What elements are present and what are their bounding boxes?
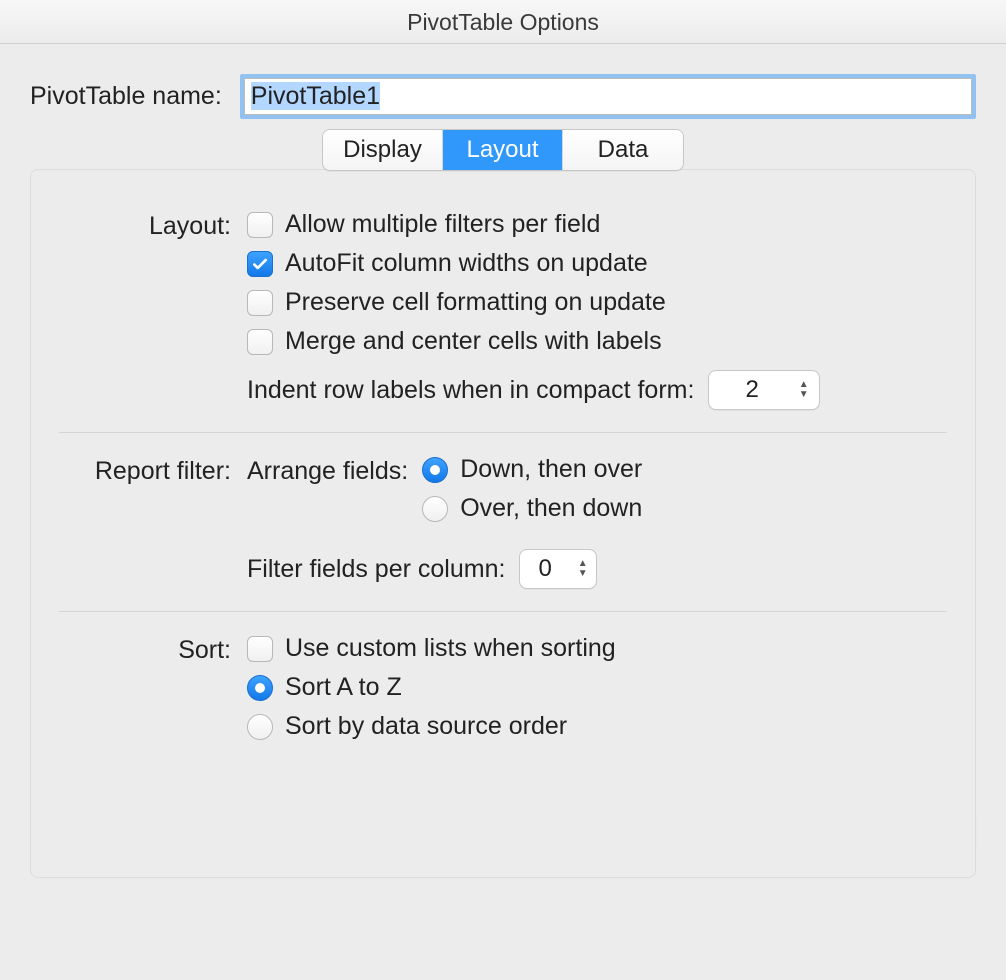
divider xyxy=(59,611,947,612)
indent-row-labels-label: Indent row labels when in compact form: xyxy=(247,376,694,405)
preserve-formatting-label: Preserve cell formatting on update xyxy=(285,288,666,317)
stepper-arrows-icon[interactable]: ▲▼ xyxy=(799,381,809,399)
down-then-over-label: Down, then over xyxy=(460,455,642,484)
allow-multiple-filters-label: Allow multiple filters per field xyxy=(285,210,600,239)
filter-fields-per-column-value: 0 xyxy=(538,555,551,583)
sort-a-to-z-label: Sort A to Z xyxy=(285,673,402,702)
window-title: PivotTable Options xyxy=(0,0,1006,44)
arrange-fields-label: Arrange fields: xyxy=(247,455,408,486)
sort-a-to-z-radio[interactable] xyxy=(247,675,273,701)
dialog-body: PivotTable name: PivotTable1 Display Lay… xyxy=(0,44,1006,878)
tab-layout[interactable]: Layout xyxy=(443,130,563,170)
divider xyxy=(59,432,947,433)
pivottable-name-value: PivotTable1 xyxy=(251,82,380,110)
stepper-arrows-icon[interactable]: ▲▼ xyxy=(578,560,588,578)
pivottable-name-input[interactable]: PivotTable1 xyxy=(244,78,972,115)
tab-panel: Layout: Allow multiple filters per field… xyxy=(30,169,976,878)
filter-fields-per-column-stepper[interactable]: 0 ▲▼ xyxy=(519,549,596,589)
preserve-formatting-checkbox[interactable] xyxy=(247,290,273,316)
use-custom-lists-label: Use custom lists when sorting xyxy=(285,634,616,663)
indent-row-labels-value: 2 xyxy=(745,376,758,404)
autofit-columns-label: AutoFit column widths on update xyxy=(285,249,648,278)
tabs-segmented-control: Display Layout Data xyxy=(322,129,684,171)
merge-center-label: Merge and center cells with labels xyxy=(285,327,662,356)
allow-multiple-filters-checkbox[interactable] xyxy=(247,212,273,238)
autofit-columns-checkbox[interactable] xyxy=(247,251,273,277)
layout-section-label: Layout: xyxy=(59,210,247,241)
down-then-over-radio[interactable] xyxy=(422,457,448,483)
tab-data[interactable]: Data xyxy=(563,130,683,170)
pivottable-name-focus-ring: PivotTable1 xyxy=(240,74,976,119)
sort-source-order-radio[interactable] xyxy=(247,714,273,740)
pivottable-name-label: PivotTable name: xyxy=(30,82,222,111)
report-filter-section-label: Report filter: xyxy=(59,455,247,486)
over-then-down-radio[interactable] xyxy=(422,496,448,522)
over-then-down-label: Over, then down xyxy=(460,494,642,523)
indent-row-labels-stepper[interactable]: 2 ▲▼ xyxy=(708,370,819,410)
merge-center-checkbox[interactable] xyxy=(247,329,273,355)
use-custom-lists-checkbox[interactable] xyxy=(247,636,273,662)
tab-display[interactable]: Display xyxy=(323,130,443,170)
sort-section-label: Sort: xyxy=(59,634,247,665)
sort-source-order-label: Sort by data source order xyxy=(285,712,567,741)
filter-fields-per-column-label: Filter fields per column: xyxy=(247,555,505,584)
